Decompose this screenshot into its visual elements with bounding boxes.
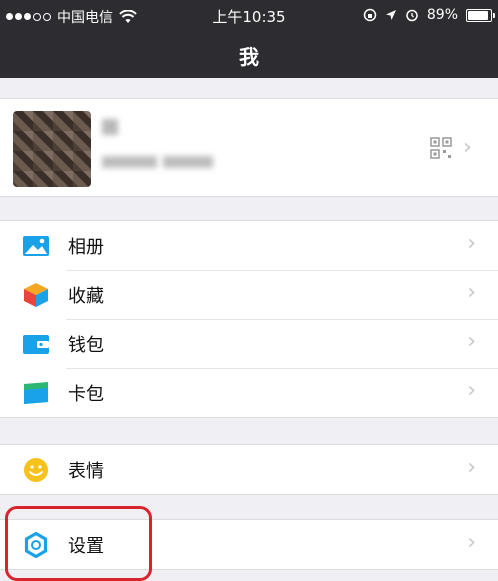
alarm-clock-icon xyxy=(406,9,418,22)
avatar[interactable] xyxy=(13,111,91,187)
battery-percent: 89% xyxy=(426,7,458,23)
chevron-right-icon: › xyxy=(463,135,472,160)
menu-item-label: 收藏 xyxy=(68,286,104,307)
status-right: 89% xyxy=(363,7,495,23)
emoji-smile-icon xyxy=(24,458,48,482)
menu-item-label: 卡包 xyxy=(68,384,104,405)
chevron-right-icon: › xyxy=(467,329,476,354)
location-arrow-icon xyxy=(385,10,396,20)
menu-item-card-pack[interactable]: 卡包 › xyxy=(0,368,498,417)
menu-item-label: 钱包 xyxy=(68,335,104,356)
status-bar: 中国电信 上午10:35 89% xyxy=(0,0,498,30)
card-pack-icon xyxy=(24,382,48,404)
menu-item-wallet[interactable]: 钱包 › xyxy=(0,319,498,368)
menu-item-album[interactable]: 相册 › xyxy=(0,221,498,270)
chevron-right-icon: › xyxy=(467,280,476,305)
photo-album-icon xyxy=(23,236,49,256)
menu-item-favorites[interactable]: 收藏 › xyxy=(0,270,498,319)
chevron-right-icon: › xyxy=(467,455,476,480)
wallet-icon xyxy=(23,335,49,354)
chevron-right-icon: › xyxy=(467,231,476,256)
nickname-blurred xyxy=(102,119,118,135)
wechat-id-value-blurred xyxy=(163,156,213,168)
qr-code-icon[interactable] xyxy=(430,137,452,159)
profile-card[interactable]: › xyxy=(0,98,498,197)
favorites-cube-icon xyxy=(24,283,48,307)
menu-group-main: 相册 › 收藏 › 钱包 › 卡包 › xyxy=(0,220,498,418)
menu-item-label: 相册 xyxy=(68,237,104,258)
battery-icon xyxy=(466,8,495,22)
page-title: 我 xyxy=(239,45,259,69)
chevron-right-icon: › xyxy=(467,378,476,403)
menu-item-label: 表情 xyxy=(68,461,104,482)
menu-item-stickers[interactable]: 表情 › xyxy=(0,445,498,494)
chevron-right-icon: › xyxy=(467,530,476,555)
settings-highlight-annotation xyxy=(5,506,152,581)
orientation-lock-icon xyxy=(363,8,377,22)
wechat-id-label-blurred xyxy=(102,156,157,168)
menu-group-emoji: 表情 › xyxy=(0,444,498,495)
navigation-bar: 我 xyxy=(0,30,498,78)
